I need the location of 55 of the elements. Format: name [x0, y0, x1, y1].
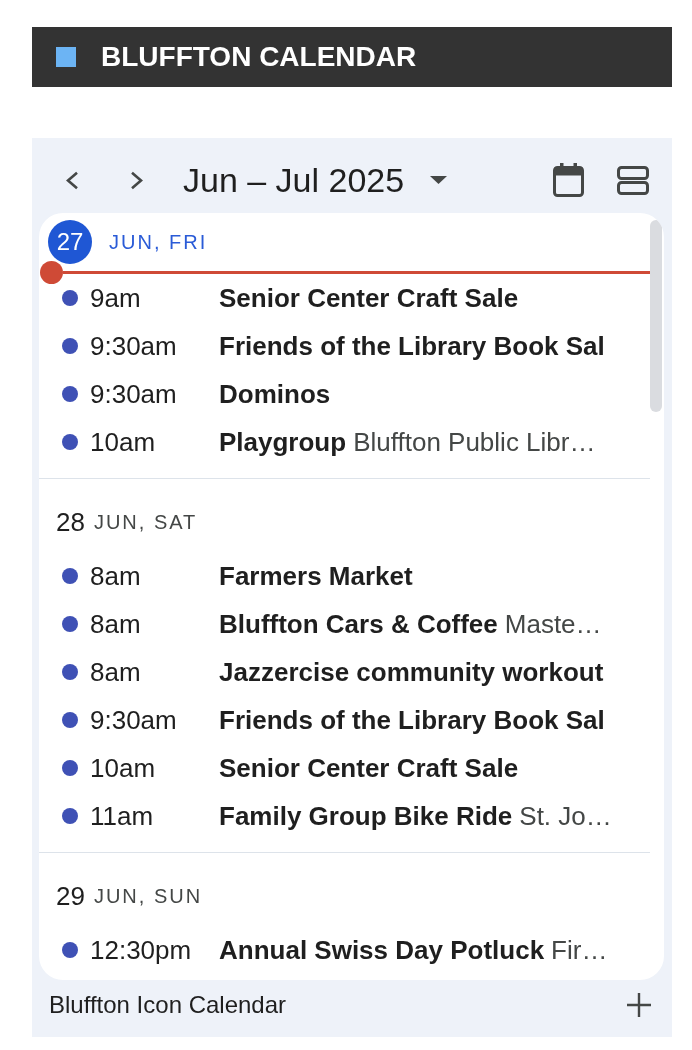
event-time: 10am [90, 752, 157, 784]
event-time: 10am [90, 426, 157, 458]
day-number[interactable]: 27 [48, 220, 92, 264]
day-label: JUN, SAT [93, 510, 198, 534]
event-dot-icon [62, 338, 78, 354]
calendar-icon[interactable] [553, 163, 584, 197]
event-location: Fir… [551, 934, 608, 966]
event-location: Maste… [504, 608, 602, 640]
event-location: St. Jo… [519, 800, 612, 832]
event-time: 8am [90, 560, 142, 592]
chevron-right-icon[interactable] [130, 170, 144, 190]
event-title[interactable]: Jazzercise community workout [219, 656, 604, 688]
event-title[interactable]: Playgroup [219, 426, 347, 458]
event-title[interactable]: Family Group Bike Ride [219, 800, 513, 832]
stacked-rows-icon[interactable] [617, 165, 649, 195]
event-dot-icon [62, 760, 78, 776]
chevron-left-icon[interactable] [65, 170, 79, 190]
event-title[interactable]: Friends of the Library Book Sal [219, 704, 605, 736]
event-title[interactable]: Friends of the Library Book Sal [219, 330, 605, 362]
event-time: 9am [90, 282, 142, 314]
event-time: 9:30am [90, 378, 178, 410]
event-dot-icon [62, 386, 78, 402]
event-dot-icon [62, 808, 78, 824]
event-time: 8am [90, 608, 142, 640]
calendar-name: Bluffton Icon Calendar [49, 991, 287, 1019]
day-label: JUN, SUN [93, 884, 203, 908]
header-title: BLUFFTON CALENDAR [101, 40, 417, 74]
square-icon [56, 47, 76, 67]
event-title[interactable]: Farmers Market [219, 560, 413, 592]
event-title[interactable]: Senior Center Craft Sale [219, 752, 519, 784]
event-dot-icon [62, 616, 78, 632]
event-title[interactable]: Annual Swiss Day Potluck [219, 934, 545, 966]
event-dot-icon [62, 664, 78, 680]
day-number[interactable]: 28 [56, 507, 85, 537]
date-range-dropdown[interactable]: Jun – Jul 2025 [183, 159, 448, 201]
event-dot-icon [62, 568, 78, 584]
event-dot-icon [62, 290, 78, 306]
day-number[interactable]: 29 [56, 881, 85, 911]
event-time: 9:30am [90, 330, 178, 362]
event-time: 9:30am [90, 704, 178, 736]
event-time: 8am [90, 656, 142, 688]
event-dot-icon [62, 942, 78, 958]
day-label: JUN, FRI [109, 230, 208, 254]
event-title[interactable]: Senior Center Craft Sale [219, 282, 519, 314]
event-title[interactable]: Bluffton Cars & Coffee [219, 608, 498, 640]
event-time: 11am [90, 800, 155, 832]
event-location: Bluffton Public Libr… [353, 426, 596, 458]
event-dot-icon [62, 712, 78, 728]
current-time-dot-icon [40, 260, 63, 284]
event-title[interactable]: Dominos [219, 378, 331, 410]
event-time: 12:30pm [90, 934, 193, 966]
plus-icon[interactable] [627, 993, 651, 1017]
event-dot-icon [62, 434, 78, 450]
caret-down-icon [430, 176, 448, 184]
scrollbar-thumb[interactable] [650, 220, 662, 412]
